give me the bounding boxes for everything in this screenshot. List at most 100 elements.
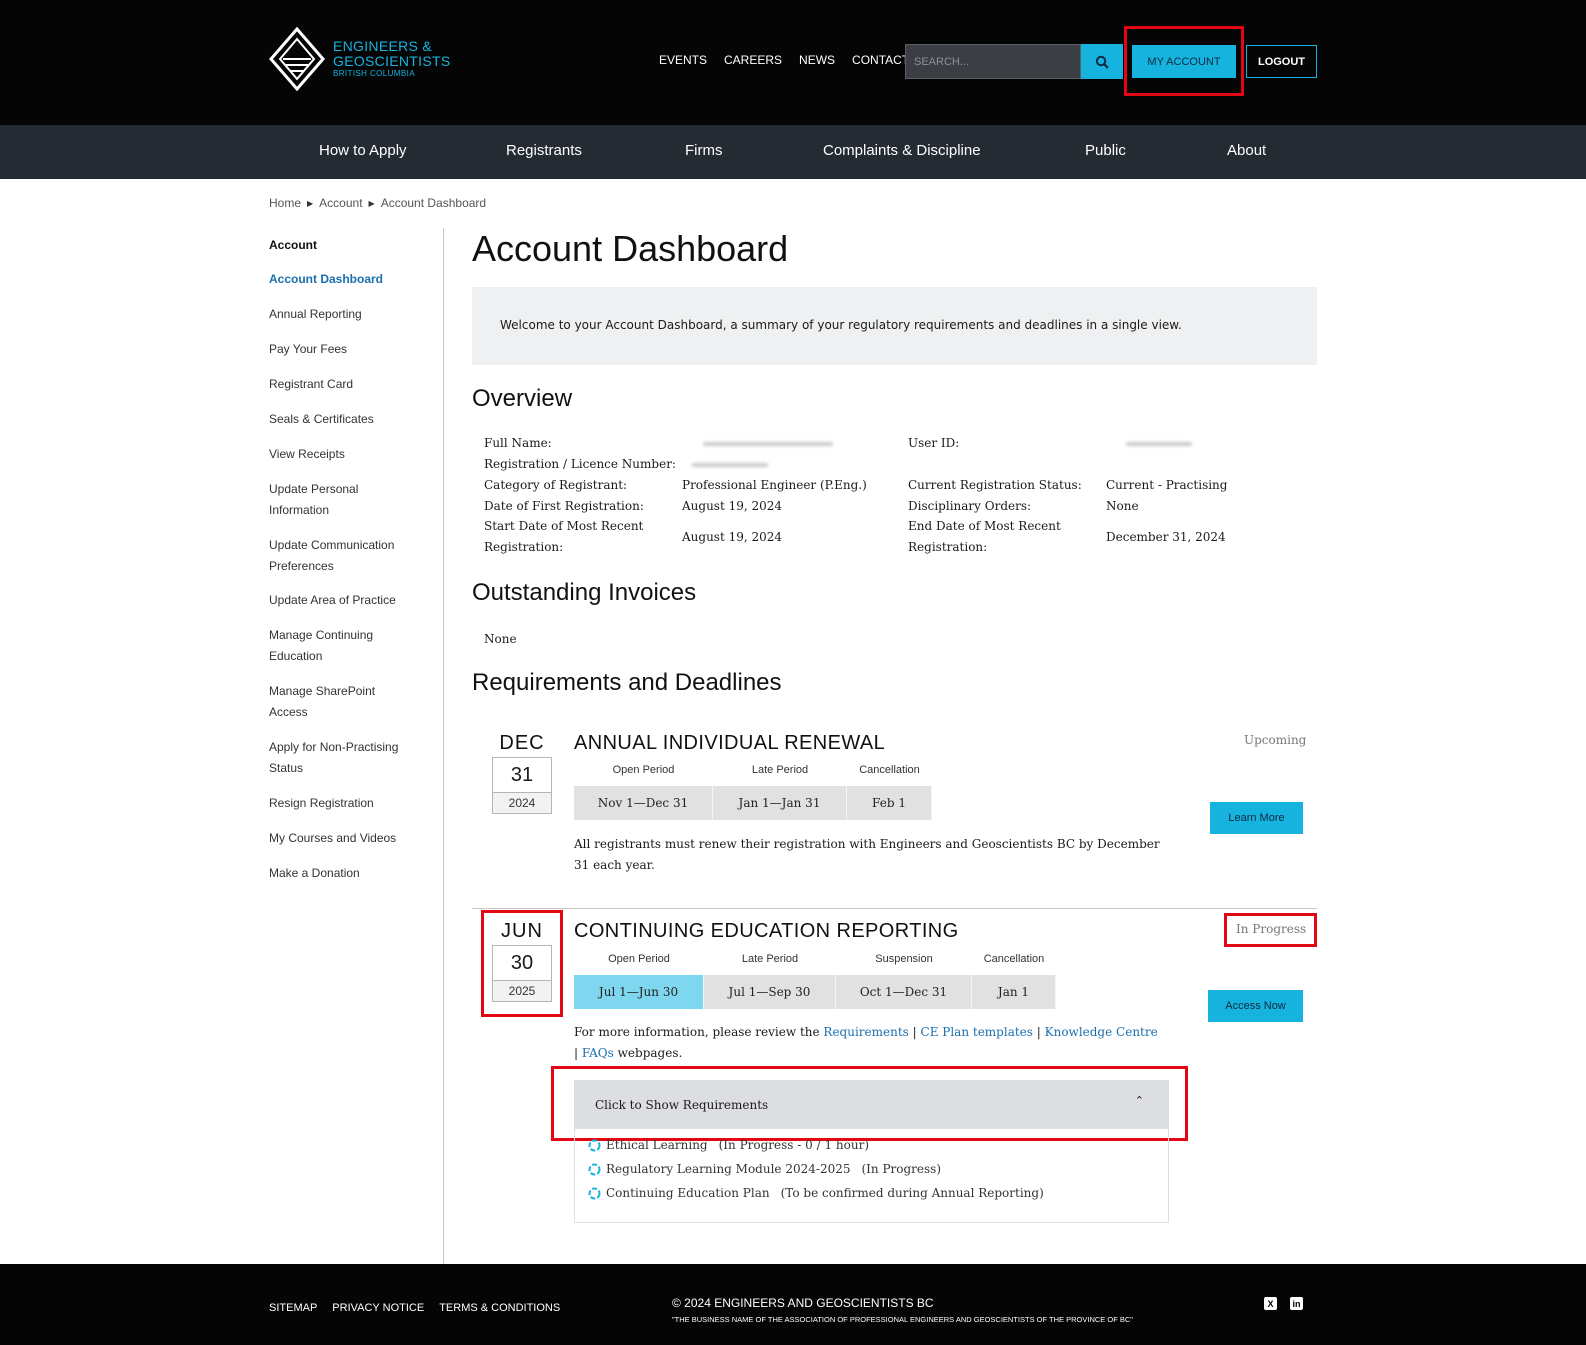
sidebar-item-view-receipts[interactable]: View Receipts	[269, 444, 429, 465]
site-logo[interactable]: ENGINEERS & GEOSCIENTISTS BRITISH COLUMB…	[269, 27, 450, 91]
first-reg-value: August 19, 2024	[682, 499, 783, 513]
sidebar-item-annual-reporting[interactable]: Annual Reporting	[269, 304, 429, 325]
renewal-period-cell: Feb 1	[847, 786, 932, 820]
section-divider	[472, 908, 1317, 909]
news-link[interactable]: NEWS	[799, 53, 835, 67]
requirements-list: Ethical Learning (In Progress - 0 / 1 ho…	[574, 1129, 1169, 1223]
events-link[interactable]: EVENTS	[659, 53, 707, 67]
site-footer: SITEMAP PRIVACY NOTICE TERMS & CONDITION…	[0, 1264, 1586, 1345]
overview-heading: Overview	[472, 385, 573, 412]
sitemap-link[interactable]: SITEMAP	[269, 1302, 317, 1314]
breadcrumb-current: Account Dashboard	[380, 196, 487, 210]
end-date-label-line1: End Date of Most Recent	[908, 519, 1061, 533]
nav-registrants[interactable]: Registrants	[506, 142, 582, 159]
end-date-label-line2: Registration:	[908, 540, 988, 554]
search-box	[905, 44, 1123, 79]
learn-more-button[interactable]: Learn More	[1210, 802, 1303, 834]
ce-period-label: Cancellation	[983, 953, 1045, 965]
nav-firms[interactable]: Firms	[685, 142, 723, 159]
user-id-label: User ID:	[908, 436, 960, 450]
privacy-notice-link[interactable]: PRIVACY NOTICE	[332, 1302, 424, 1314]
full-name-value-redacted	[703, 442, 833, 446]
requirement-status: (To be confirmed during Annual Reporting…	[780, 1186, 1044, 1200]
requirement-status: (In Progress)	[861, 1162, 942, 1176]
linkedin-icon[interactable]: in	[1290, 1297, 1303, 1310]
sidebar-title: Account	[269, 238, 317, 252]
nav-about[interactable]: About	[1227, 142, 1266, 159]
requirements-heading: Requirements and Deadlines	[472, 669, 782, 696]
sidebar-item-update-communication-preferences[interactable]: Update Communication Preferences	[269, 535, 409, 577]
x-icon[interactable]: X	[1264, 1297, 1277, 1310]
search-button[interactable]	[1081, 44, 1123, 79]
start-date-label: Start Date of Most Recent Registration:	[484, 516, 643, 558]
contact-link[interactable]: CONTACT	[852, 53, 909, 67]
requirement-name: Regulatory Learning Module 2024-2025	[606, 1162, 851, 1176]
knowledge-centre-link[interactable]: Knowledge Centre	[1045, 1025, 1158, 1039]
renewal-period-cell: Jan 1—Jan 31	[713, 786, 847, 820]
copyright-text: © 2024 ENGINEERS AND GEOSCIENTISTS BC	[672, 1296, 934, 1310]
disciplinary-label: Disciplinary Orders:	[908, 499, 1032, 513]
disciplinary-value: None	[1106, 499, 1139, 513]
renewal-month: DEC	[499, 732, 545, 754]
reg-status-label: Current Registration Status:	[908, 478, 1082, 492]
renewal-year: 2024	[492, 793, 552, 814]
first-reg-label: Date of First Registration:	[484, 499, 644, 513]
faqs-link[interactable]: FAQs	[582, 1046, 614, 1060]
reg-number-label: Registration / Licence Number:	[484, 457, 676, 471]
sidebar-item-make-donation[interactable]: Make a Donation	[269, 863, 429, 884]
sidebar-item-manage-sharepoint-access[interactable]: Manage SharePoint Access	[269, 681, 384, 723]
requirement-item: Regulatory Learning Module 2024-2025 (In…	[588, 1162, 941, 1176]
sidebar-item-update-personal-information[interactable]: Update Personal Information	[269, 479, 379, 521]
nav-public[interactable]: Public	[1085, 142, 1126, 159]
nav-how-to-apply[interactable]: How to Apply	[319, 142, 407, 159]
logout-button[interactable]: LOGOUT	[1246, 45, 1317, 78]
sidebar-divider	[443, 228, 444, 1264]
legal-name-text: "THE BUSINESS NAME OF THE ASSOCIATION OF…	[672, 1315, 1133, 1324]
sidebar-item-pay-your-fees[interactable]: Pay Your Fees	[269, 339, 429, 360]
logo-line-1: ENGINEERS &	[333, 38, 432, 55]
ce-title: CONTINUING EDUCATION REPORTING	[574, 920, 959, 942]
renewal-day: 31	[492, 757, 552, 793]
access-now-button[interactable]: Access Now	[1208, 990, 1303, 1022]
requirement-item: Ethical Learning (In Progress - 0 / 1 ho…	[588, 1138, 869, 1152]
sidebar-item-manage-continuing-education[interactable]: Manage Continuing Education	[269, 625, 384, 667]
breadcrumb-account[interactable]: Account	[319, 196, 362, 210]
careers-link[interactable]: CAREERS	[724, 53, 782, 67]
requirement-status: (In Progress - 0 / 1 hour)	[718, 1138, 869, 1152]
ce-period-cell: Oct 1—Dec 31	[836, 975, 972, 1009]
logo-line-3: BRITISH COLUMBIA	[333, 69, 415, 79]
page-title: Account Dashboard	[472, 228, 789, 269]
ce-period-cell: Jul 1—Sep 30	[704, 975, 836, 1009]
requirements-link[interactable]: Requirements	[823, 1025, 908, 1039]
renewal-status: Upcoming	[1244, 733, 1307, 747]
requirement-name: Ethical Learning	[606, 1138, 708, 1152]
terms-conditions-link[interactable]: TERMS & CONDITIONS	[439, 1302, 560, 1314]
sidebar-item-registrant-card[interactable]: Registrant Card	[269, 374, 429, 395]
ce-period-label: Suspension	[875, 953, 933, 965]
requirement-item: Continuing Education Plan (To be confirm…	[588, 1186, 1044, 1200]
main-nav: How to Apply Registrants Firms Complaint…	[0, 125, 1586, 179]
ce-plan-templates-link[interactable]: CE Plan templates	[921, 1025, 1033, 1039]
invoices-heading: Outstanding Invoices	[472, 579, 697, 606]
invoices-value: None	[484, 632, 517, 646]
top-header: ENGINEERS & GEOSCIENTISTS BRITISH COLUMB…	[0, 0, 1586, 125]
renewal-date-badge: DEC 31 2024	[492, 732, 552, 814]
renewal-period-label: Cancellation	[859, 764, 920, 776]
full-name-label: Full Name:	[484, 436, 552, 450]
category-label: Category of Registrant:	[484, 478, 628, 492]
start-date-label-line2: Registration:	[484, 540, 564, 554]
sidebar-item-apply-non-practising[interactable]: Apply for Non-Practising Status	[269, 737, 414, 779]
highlight-box-my-account	[1124, 26, 1244, 96]
nav-complaints-discipline[interactable]: Complaints & Discipline	[823, 142, 981, 159]
breadcrumb-home[interactable]: Home	[269, 196, 301, 210]
search-input[interactable]	[905, 44, 1081, 79]
sidebar-item-my-courses-videos[interactable]: My Courses and Videos	[269, 828, 429, 849]
breadcrumb-arrow-icon: ▶	[307, 198, 314, 208]
reg-status-value: Current - Practising	[1106, 478, 1228, 492]
sidebar-item-account-dashboard[interactable]: Account Dashboard	[269, 269, 429, 290]
sidebar-item-update-area-of-practice[interactable]: Update Area of Practice	[269, 590, 429, 611]
ce-desc-suffix: webpages.	[617, 1046, 683, 1060]
ce-period-cell-current: Jul 1—Jun 30	[574, 975, 704, 1009]
sidebar-item-resign-registration[interactable]: Resign Registration	[269, 793, 429, 814]
sidebar-item-seals-certificates[interactable]: Seals & Certificates	[269, 409, 429, 430]
